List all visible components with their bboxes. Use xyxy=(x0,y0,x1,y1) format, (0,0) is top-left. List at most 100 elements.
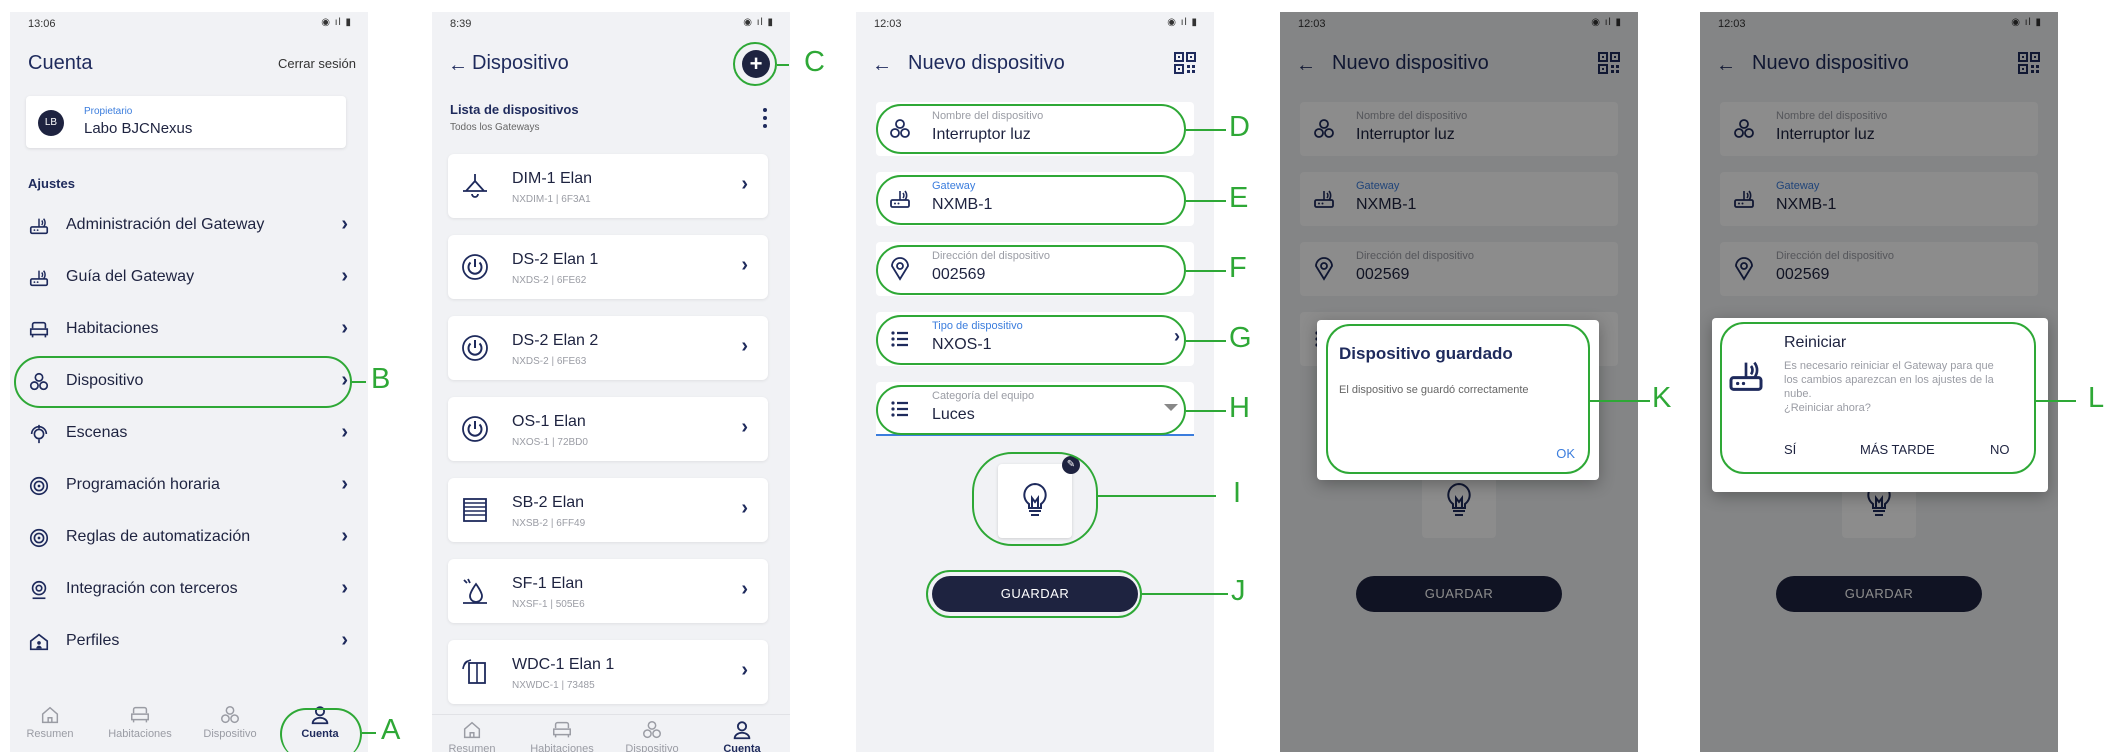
menu-item-gateway-guide[interactable]: Guía del Gateway › xyxy=(10,252,368,304)
back-arrow-icon[interactable]: ← xyxy=(872,54,892,77)
leader-line-e xyxy=(1186,200,1226,202)
save-button[interactable]: GUARDAR xyxy=(932,576,1138,612)
automation-icon xyxy=(28,527,50,549)
device-name: DS-2 Elan 2 xyxy=(512,332,599,349)
gateway-icon xyxy=(1726,356,1766,396)
screen-dispositivo: 8:39 ◉ ıl ▮ ← Dispositivo + Lista de dis… xyxy=(432,12,790,752)
callout-e: E xyxy=(1229,182,1249,214)
device-card[interactable]: OS-1 Elan NXOS-1 | 72BD0 › xyxy=(448,397,768,461)
edit-icon[interactable]: ✎ xyxy=(1062,456,1080,474)
nav-cuenta[interactable]: Cuenta xyxy=(280,704,360,740)
nav-label: Cuenta xyxy=(723,743,761,752)
device-card[interactable]: WDC-1 Elan 1 NXWDC-1 | 73485 › xyxy=(448,640,768,704)
menu-label: Escenas xyxy=(66,424,128,441)
callout-b: B xyxy=(371,363,391,395)
leader-line-f xyxy=(1186,270,1226,272)
menu-item-device[interactable]: Dispositivo › xyxy=(10,356,368,408)
device-card[interactable]: DS-2 Elan 2 NXDS-2 | 6FE63 › xyxy=(448,316,768,380)
no-button[interactable]: NO xyxy=(1990,442,2010,457)
callout-d: D xyxy=(1229,111,1250,143)
callout-a: A xyxy=(381,714,401,746)
menu-label: Perfiles xyxy=(66,632,120,649)
device-image-tile[interactable]: ✎ xyxy=(998,456,1080,538)
screen-nuevo-dispositivo: 12:03 ◉ ıl ▮ ← Nuevo dispositivo Nombre … xyxy=(856,12,1214,752)
device-card[interactable]: SB-2 Elan NXSB-2 | 6FF49 › xyxy=(448,478,768,542)
menu-label: Reglas de automatización xyxy=(66,528,251,545)
nav-label: Habitaciones xyxy=(108,728,172,740)
chevron-right-icon: › xyxy=(741,416,748,438)
nav-habitaciones[interactable]: Habitaciones xyxy=(100,704,180,740)
power-icon xyxy=(460,333,490,363)
dialog-message-line: Es necesario reiniciar el Gateway para q… xyxy=(1784,360,1994,372)
dialog-title: Dispositivo guardado xyxy=(1339,344,1513,363)
home-icon xyxy=(461,719,483,741)
nav-dispositivo[interactable]: Dispositivo xyxy=(190,704,270,740)
system-icons: ◉ ıl ▮ xyxy=(1167,17,1198,28)
nav-resumen[interactable]: Resumen xyxy=(432,719,512,752)
device-card[interactable]: DS-2 Elan 1 NXDS-2 | 6FE62 › xyxy=(448,235,768,299)
nav-habitaciones[interactable]: Habitaciones xyxy=(522,719,602,752)
menu-item-schedule[interactable]: Programación horaria › xyxy=(10,460,368,512)
qr-code-icon[interactable] xyxy=(1174,52,1196,74)
chevron-right-icon: › xyxy=(741,497,748,519)
status-time: 12:03 xyxy=(874,18,902,30)
more-options-icon[interactable] xyxy=(762,108,768,130)
saved-dialog: Dispositivo guardado El dispositivo se g… xyxy=(1317,320,1599,480)
chevron-right-icon: › xyxy=(341,629,348,651)
dropdown-arrow-icon xyxy=(1164,404,1178,411)
device-address-field[interactable]: Dirección del dispositivo 002569 xyxy=(876,242,1194,296)
nav-cuenta[interactable]: Cuenta xyxy=(702,719,782,752)
nav-dispositivo[interactable]: Dispositivo xyxy=(612,719,692,752)
status-bar: 8:39 ◉ ıl ▮ xyxy=(432,12,790,38)
field-value: NXOS-1 xyxy=(932,336,992,353)
ok-button[interactable]: OK xyxy=(1556,446,1575,461)
nav-resumen[interactable]: Resumen xyxy=(10,704,90,740)
menu-label: Administración del Gateway xyxy=(66,216,265,233)
nav-label: Dispositivo xyxy=(203,728,257,740)
dialog-message-line: los cambios aparezcan en los ajustes de … xyxy=(1784,374,1994,386)
page-title: Nuevo dispositivo xyxy=(908,52,1065,74)
nav-label: Cuenta xyxy=(301,728,339,740)
device-type-field[interactable]: Tipo de dispositivo NXOS-1 › xyxy=(876,312,1194,366)
owner-name: Labo BJCNexus xyxy=(84,120,193,137)
status-time: 13:06 xyxy=(28,18,56,30)
field-label: Gateway xyxy=(932,180,976,192)
device-icon xyxy=(641,719,663,741)
menu-item-automation[interactable]: Reglas de automatización › xyxy=(10,512,368,564)
system-icons: ◉ ıl ▮ xyxy=(743,17,774,28)
menu-item-profiles[interactable]: Perfiles › xyxy=(10,616,368,668)
leader-line-l xyxy=(2036,400,2076,402)
callout-c: C xyxy=(804,46,825,78)
menu-label: Habitaciones xyxy=(66,320,159,337)
add-device-button[interactable]: + xyxy=(742,50,770,78)
back-arrow-icon[interactable]: ← xyxy=(448,54,468,77)
chevron-right-icon: › xyxy=(341,213,348,235)
chevron-right-icon: › xyxy=(341,473,348,495)
owner-card[interactable]: LB Propietario Labo BJCNexus xyxy=(26,96,346,148)
device-card[interactable]: SF-1 Elan NXSF-1 | 505E6 › xyxy=(448,559,768,623)
yes-button[interactable]: SÍ xyxy=(1784,442,1796,457)
menu-item-scenes[interactable]: Escenas › xyxy=(10,408,368,460)
device-id: NXSB-2 | 6FF49 xyxy=(512,518,586,529)
menu-item-rooms[interactable]: Habitaciones › xyxy=(10,304,368,356)
equipment-category-select[interactable]: Categoría del equipo Luces xyxy=(876,382,1194,436)
list-icon xyxy=(888,327,912,351)
leader-line-j xyxy=(1142,593,1228,595)
menu-item-integration[interactable]: Integración con terceros › xyxy=(10,564,368,616)
later-button[interactable]: MÁS TARDE xyxy=(1860,442,1935,457)
logout-button[interactable]: Cerrar sesión xyxy=(278,56,356,71)
chevron-right-icon: › xyxy=(741,578,748,600)
device-name-field[interactable]: Nombre del dispositivo Interruptor luz xyxy=(876,102,1194,156)
settings-heading: Ajustes xyxy=(28,176,75,191)
nav-label: Dispositivo xyxy=(625,743,679,752)
chevron-right-icon: › xyxy=(341,421,348,443)
gateway-field[interactable]: Gateway NXMB-1 xyxy=(876,172,1194,226)
bottom-nav: Resumen Habitaciones Dispositivo Cuenta xyxy=(10,692,368,752)
menu-label: Programación horaria xyxy=(66,476,220,493)
gateway-icon xyxy=(28,215,50,237)
bottom-nav: Resumen Habitaciones Dispositivo Cuenta xyxy=(432,714,790,752)
page-title: Dispositivo xyxy=(472,52,569,74)
menu-item-gateway-admin[interactable]: Administración del Gateway › xyxy=(10,200,368,252)
device-card[interactable]: DIM-1 Elan NXDIM-1 | 6F3A1 › xyxy=(448,154,768,218)
device-id: NXDS-2 | 6FE63 xyxy=(512,356,587,367)
